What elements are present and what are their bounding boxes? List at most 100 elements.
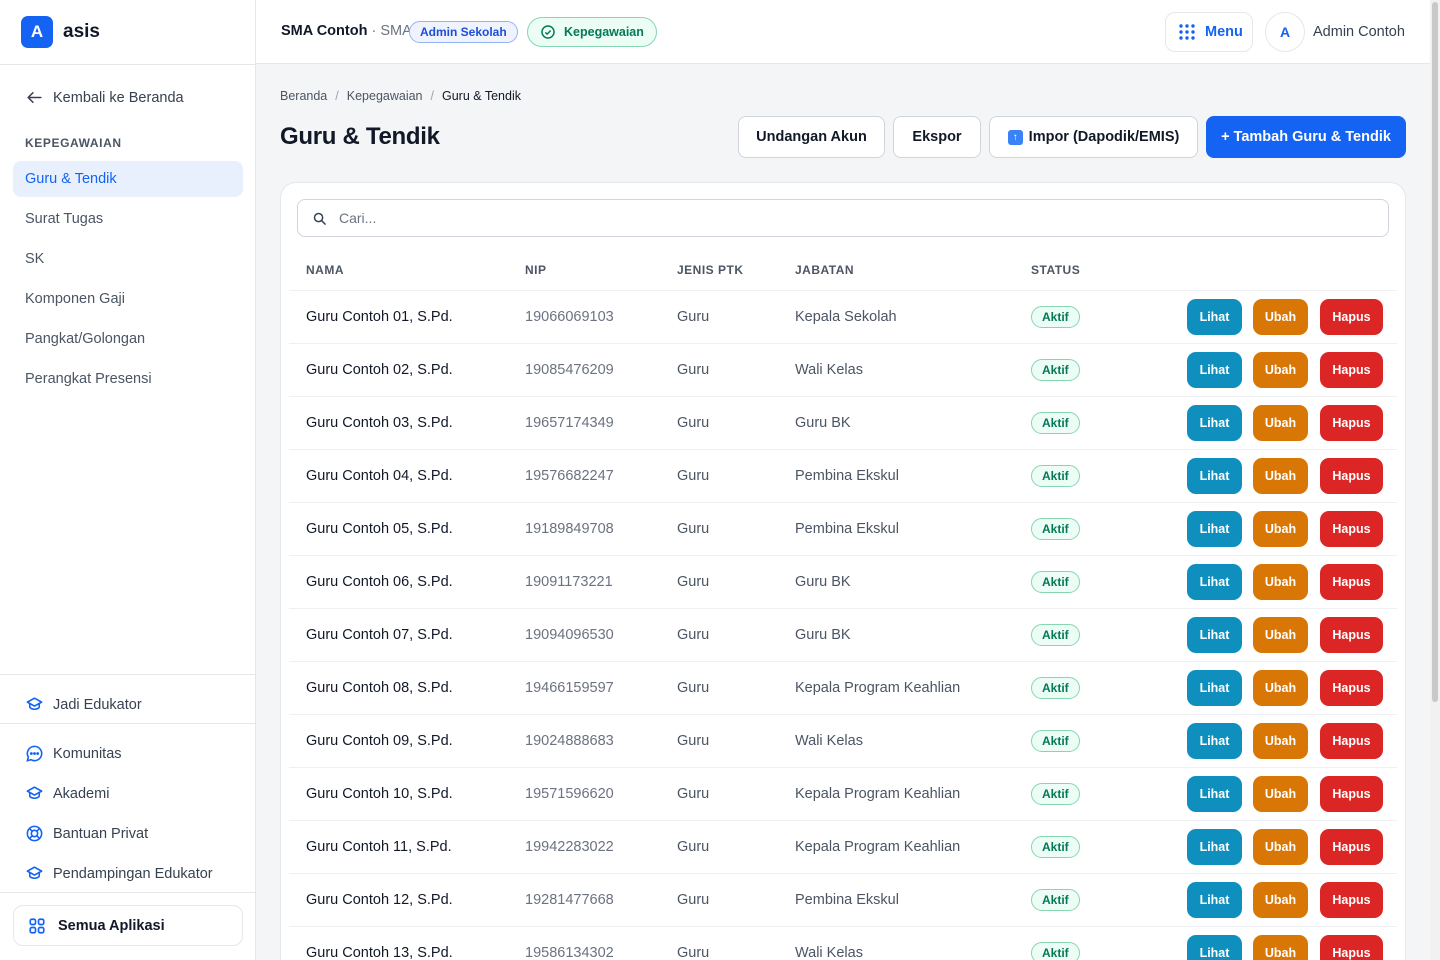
sidebar-item-guru-tendik[interactable]: Guru & Tendik bbox=[13, 161, 243, 197]
delete-button[interactable]: Hapus bbox=[1320, 617, 1383, 653]
view-button[interactable]: Lihat bbox=[1187, 882, 1242, 918]
arrow-left-icon bbox=[27, 91, 42, 104]
edit-button[interactable]: Ubah bbox=[1253, 564, 1308, 600]
edit-button[interactable]: Ubah bbox=[1253, 458, 1308, 494]
cell-nip: 19085476209 bbox=[525, 362, 614, 378]
column-header-nip[interactable]: NIP bbox=[525, 263, 547, 277]
section-label: KEPEGAWAIAN bbox=[25, 136, 122, 150]
delete-button[interactable]: Hapus bbox=[1320, 723, 1383, 759]
breadcrumb: Beranda / Kepegawaian / Guru & Tendik bbox=[280, 89, 521, 103]
breadcrumb-module[interactable]: Kepegawaian bbox=[347, 89, 423, 103]
staff-table-card: NAMA NIP JENIS PTK JABATAN STATUS Guru C… bbox=[280, 182, 1406, 960]
delete-button[interactable]: Hapus bbox=[1320, 405, 1383, 441]
brand[interactable]: A asis bbox=[0, 0, 255, 65]
edit-button[interactable]: Ubah bbox=[1253, 299, 1308, 335]
edit-button[interactable]: Ubah bbox=[1253, 776, 1308, 812]
edit-button[interactable]: Ubah bbox=[1253, 935, 1308, 960]
brand-name: asis bbox=[63, 21, 100, 42]
view-button[interactable]: Lihat bbox=[1187, 299, 1242, 335]
community-link[interactable]: Komunitas bbox=[25, 744, 122, 763]
edit-button[interactable]: Ubah bbox=[1253, 511, 1308, 547]
cell-nama: Guru Contoh 08, S.Pd. bbox=[306, 680, 453, 696]
edit-button[interactable]: Ubah bbox=[1253, 882, 1308, 918]
breadcrumb-home[interactable]: Beranda bbox=[280, 89, 327, 103]
edit-button[interactable]: Ubah bbox=[1253, 829, 1308, 865]
scrollbar-thumb[interactable] bbox=[1432, 2, 1438, 702]
sidebar-item-sk[interactable]: SK bbox=[13, 241, 243, 277]
user-name[interactable]: Admin Contoh bbox=[1313, 24, 1405, 40]
avatar[interactable]: A bbox=[1265, 12, 1305, 52]
view-button[interactable]: Lihat bbox=[1187, 776, 1242, 812]
sidebar-item-surat-tugas[interactable]: Surat Tugas bbox=[13, 201, 243, 237]
all-apps-button[interactable]: Semua Aplikasi bbox=[13, 905, 243, 946]
delete-button[interactable]: Hapus bbox=[1320, 564, 1383, 600]
private-help-link[interactable]: Bantuan Privat bbox=[25, 824, 148, 843]
cell-nip: 19094096530 bbox=[525, 627, 614, 643]
sidebar-item-komponen-gaji[interactable]: Komponen Gaji bbox=[13, 281, 243, 317]
view-button[interactable]: Lihat bbox=[1187, 458, 1242, 494]
column-header-jenis-ptk[interactable]: JENIS PTK bbox=[677, 263, 744, 277]
edit-button[interactable]: Ubah bbox=[1253, 617, 1308, 653]
academy-link[interactable]: Akademi bbox=[25, 784, 109, 803]
delete-button[interactable]: Hapus bbox=[1320, 670, 1383, 706]
school-name-text: SMA Contoh bbox=[281, 23, 368, 39]
export-button[interactable]: Ekspor bbox=[893, 116, 981, 158]
delete-button[interactable]: Hapus bbox=[1320, 458, 1383, 494]
cell-jenis-ptk: Guru bbox=[677, 362, 710, 378]
sidebar-item-pangkat-golongan[interactable]: Pangkat/Golongan bbox=[13, 321, 243, 357]
view-button[interactable]: Lihat bbox=[1187, 564, 1242, 600]
import-button[interactable]: ↑ Impor (Dapodik/EMIS) bbox=[989, 116, 1198, 158]
delete-button[interactable]: Hapus bbox=[1320, 935, 1383, 960]
column-header-jabatan[interactable]: JABATAN bbox=[795, 263, 854, 277]
view-button[interactable]: Lihat bbox=[1187, 935, 1242, 960]
delete-button[interactable]: Hapus bbox=[1320, 352, 1383, 388]
add-staff-button[interactable]: + Tambah Guru & Tendik bbox=[1206, 116, 1406, 158]
sidebar-item-label: Pangkat/Golongan bbox=[25, 331, 146, 347]
page-title: Guru & Tendik bbox=[280, 123, 440, 150]
view-button[interactable]: Lihat bbox=[1187, 670, 1242, 706]
edit-button[interactable]: Ubah bbox=[1253, 670, 1308, 706]
sidebar-item-perangkat-presensi[interactable]: Perangkat Presensi bbox=[13, 361, 243, 397]
sidebar-item-label: Surat Tugas bbox=[25, 211, 104, 227]
view-button[interactable]: Lihat bbox=[1187, 511, 1242, 547]
column-header-nama[interactable]: NAMA bbox=[306, 263, 344, 277]
column-header-status[interactable]: STATUS bbox=[1031, 263, 1080, 277]
search-box[interactable] bbox=[297, 199, 1389, 237]
delete-button[interactable]: Hapus bbox=[1320, 882, 1383, 918]
edit-button[interactable]: Ubah bbox=[1253, 352, 1308, 388]
delete-button[interactable]: Hapus bbox=[1320, 776, 1383, 812]
table-row: Guru Contoh 08, S.Pd. 19466159597 Guru K… bbox=[289, 662, 1397, 715]
status-badge: Aktif bbox=[1031, 359, 1080, 381]
module-badge[interactable]: Kepegawaian bbox=[527, 17, 657, 47]
educator-mentoring-link[interactable]: Pendampingan Edukator bbox=[25, 864, 213, 883]
view-button[interactable]: Lihat bbox=[1187, 723, 1242, 759]
search-input[interactable] bbox=[339, 210, 1339, 226]
cell-nama: Guru Contoh 13, S.Pd. bbox=[306, 945, 453, 960]
page-scrollbar[interactable] bbox=[1430, 0, 1440, 960]
cell-jenis-ptk: Guru bbox=[677, 733, 710, 749]
cell-jenis-ptk: Guru bbox=[677, 627, 710, 643]
delete-button[interactable]: Hapus bbox=[1320, 829, 1383, 865]
edit-button[interactable]: Ubah bbox=[1253, 405, 1308, 441]
school-name: SMA Contoh · SMA bbox=[281, 23, 412, 39]
status-badge: Aktif bbox=[1031, 889, 1080, 911]
view-button[interactable]: Lihat bbox=[1187, 617, 1242, 653]
cell-jabatan: Guru BK bbox=[795, 574, 851, 590]
back-to-home-link[interactable]: Kembali ke Beranda bbox=[25, 88, 184, 107]
view-button[interactable]: Lihat bbox=[1187, 405, 1242, 441]
delete-button[interactable]: Hapus bbox=[1320, 511, 1383, 547]
educator-link[interactable]: Jadi Edukator bbox=[25, 695, 142, 714]
edit-button[interactable]: Ubah bbox=[1253, 723, 1308, 759]
view-button[interactable]: Lihat bbox=[1187, 352, 1242, 388]
invite-account-button[interactable]: Undangan Akun bbox=[738, 116, 885, 158]
cell-nama: Guru Contoh 01, S.Pd. bbox=[306, 309, 453, 325]
status-badge: Aktif bbox=[1031, 730, 1080, 752]
cell-nip: 19586134302 bbox=[525, 945, 614, 960]
status-badge: Aktif bbox=[1031, 677, 1080, 699]
view-button[interactable]: Lihat bbox=[1187, 829, 1242, 865]
menu-button[interactable]: Menu bbox=[1165, 12, 1253, 52]
delete-button[interactable]: Hapus bbox=[1320, 299, 1383, 335]
cell-jabatan: Wali Kelas bbox=[795, 362, 863, 378]
table-row: Guru Contoh 02, S.Pd. 19085476209 Guru W… bbox=[289, 344, 1397, 397]
cell-jabatan: Pembina Ekskul bbox=[795, 892, 899, 908]
